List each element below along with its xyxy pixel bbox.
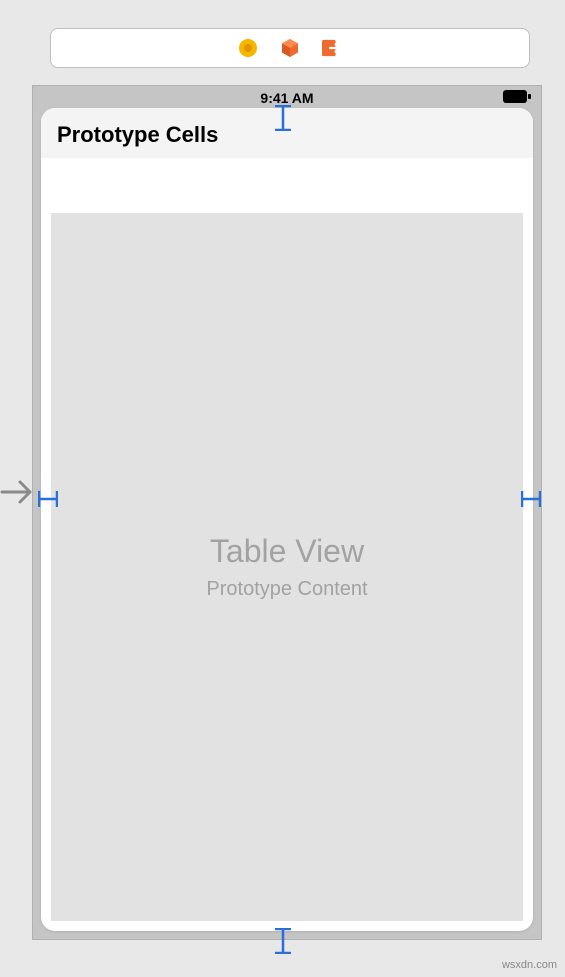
exit-icon[interactable] [322,38,342,58]
watermark: wsxdn.com [502,959,557,971]
prototype-cell-area[interactable] [41,158,533,206]
prototype-header-title: Prototype Cells [57,122,517,148]
status-bar: 9:41 AM [33,86,541,108]
cube-icon[interactable] [280,38,300,58]
table-view-placeholder[interactable]: Table View Prototype Content [51,213,523,921]
table-view-title: Table View [210,533,364,570]
editor-toolbar [50,28,530,68]
device-canvas[interactable]: 9:41 AM Prototype Cells Table View Proto… [32,85,542,940]
view-controller-screen[interactable]: Prototype Cells Table View Prototype Con… [41,108,533,931]
battery-icon [503,90,531,108]
prototype-header: Prototype Cells [41,108,533,158]
status-time: 9:41 AM [260,90,313,106]
table-view-subtitle: Prototype Content [206,578,367,601]
coin-icon[interactable] [238,38,258,58]
